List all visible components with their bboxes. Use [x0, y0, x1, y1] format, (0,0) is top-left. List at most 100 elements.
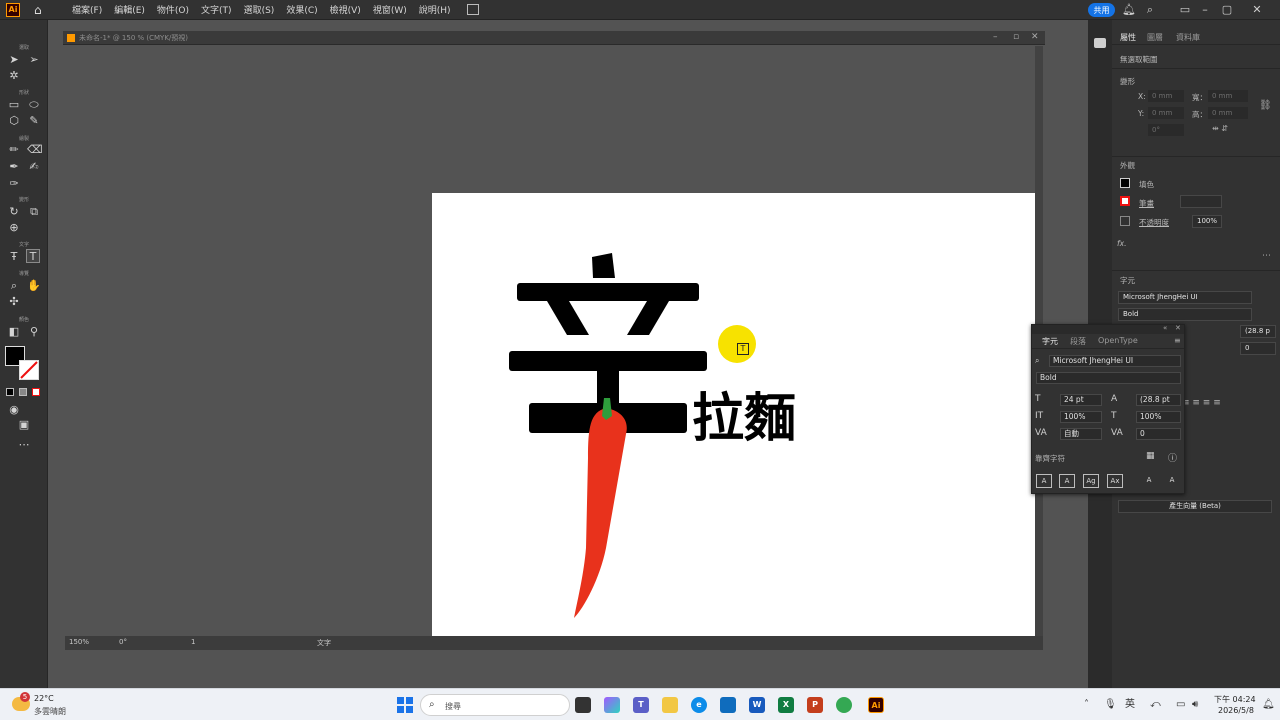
- panel-header[interactable]: « ✕: [1032, 324, 1184, 334]
- snap-glyph-bounds-button[interactable]: Ag: [1083, 474, 1099, 488]
- close-icon[interactable]: ✕: [1250, 3, 1264, 17]
- eyedropper-tool-icon[interactable]: ⚲: [27, 325, 41, 339]
- document-tab[interactable]: 未命名-1* @ 150 % (CMYK/預視) – ▫ ✕: [63, 31, 1045, 45]
- tab-libraries[interactable]: 資料庫: [1176, 32, 1200, 43]
- doc-minimize-icon[interactable]: –: [993, 32, 998, 42]
- char-leading-field[interactable]: (28.8 pt: [1136, 394, 1181, 406]
- fx-label[interactable]: fx.: [1117, 239, 1126, 248]
- maximize-icon[interactable]: ▢: [1220, 3, 1234, 17]
- rotation-value[interactable]: 0°: [119, 638, 127, 646]
- store-icon[interactable]: [720, 697, 736, 713]
- carrot-graphic[interactable]: [570, 398, 632, 620]
- hand-tool-icon[interactable]: ✋: [27, 279, 41, 293]
- weather-temp[interactable]: 22°C: [34, 694, 54, 703]
- touch-type-icon[interactable]: Ŧ: [7, 250, 21, 264]
- font-size-field[interactable]: 24 pt: [1060, 394, 1102, 406]
- snap-angle-button[interactable]: A: [1141, 474, 1157, 488]
- opacity-label[interactable]: 不透明度: [1139, 217, 1169, 228]
- font-family-dropdown[interactable]: Microsoft JhengHei UI: [1118, 291, 1252, 304]
- puppet-warp-icon[interactable]: ✣: [7, 295, 21, 309]
- gradient-tool-icon[interactable]: ◧: [7, 325, 21, 339]
- screen-mode-icon[interactable]: ▣: [17, 418, 31, 432]
- stroke-color-swatch[interactable]: [1120, 196, 1130, 206]
- char-font-style[interactable]: Bold: [1036, 372, 1181, 384]
- weather-desc[interactable]: 多雲晴朗: [34, 706, 66, 717]
- menu-effect[interactable]: 效果(C): [280, 3, 323, 16]
- arrange-documents-icon[interactable]: [466, 4, 479, 15]
- home-icon[interactable]: ⌂: [34, 4, 48, 16]
- vertical-scale-field[interactable]: 100%: [1060, 411, 1102, 423]
- snap-anchor-button[interactable]: A: [1164, 474, 1180, 488]
- snap-baseline-button[interactable]: A: [1036, 474, 1052, 488]
- more-options-icon[interactable]: ⋯: [1262, 251, 1271, 261]
- gradient-mode-icon[interactable]: [19, 388, 27, 396]
- windows-start-icon[interactable]: [397, 697, 413, 713]
- edge-icon[interactable]: e: [691, 697, 707, 713]
- scale-tool-icon[interactable]: ⧉: [27, 205, 41, 219]
- comments-icon[interactable]: [1094, 38, 1106, 48]
- leading-field[interactable]: (28.8 p: [1240, 325, 1276, 338]
- color-mode-icon[interactable]: [6, 388, 14, 396]
- excel-icon[interactable]: X: [778, 697, 794, 713]
- panel-close-icon[interactable]: ✕: [1175, 324, 1181, 332]
- type-tool-icon[interactable]: T: [26, 249, 40, 263]
- share-button[interactable]: 共用: [1088, 3, 1115, 17]
- tab-paragraph[interactable]: 段落: [1070, 336, 1086, 347]
- stroke-label[interactable]: 筆畫: [1139, 198, 1154, 209]
- ellipse-tool-icon[interactable]: ⬭: [27, 98, 41, 112]
- ime-mode-icon[interactable]: ⤺: [1150, 697, 1161, 713]
- volume-icon[interactable]: 🔊︎: [1192, 697, 1198, 713]
- clock-date[interactable]: 2026/5/8: [1218, 706, 1254, 715]
- magic-wand-icon[interactable]: ✲: [7, 69, 21, 83]
- tab-properties[interactable]: 屬性: [1120, 32, 1136, 43]
- tracking-field[interactable]: 0: [1240, 342, 1276, 355]
- search-icon[interactable]: ⌕: [1143, 3, 1157, 17]
- info-icon[interactable]: ⓘ: [1168, 451, 1177, 464]
- kerning-field[interactable]: 自動: [1060, 428, 1102, 440]
- teams-icon[interactable]: T: [633, 697, 649, 713]
- notifications-icon[interactable]: 🔔︎: [1262, 697, 1275, 713]
- glyph-settings-icon[interactable]: ▦: [1146, 451, 1155, 461]
- stroke-weight-field[interactable]: [1180, 195, 1222, 208]
- illustrator-taskbar-icon[interactable]: Ai: [868, 697, 884, 713]
- menu-edit[interactable]: 編輯(E): [108, 3, 151, 16]
- bell-icon[interactable]: 🔔︎: [1122, 3, 1136, 17]
- doc-close-icon[interactable]: ✕: [1031, 32, 1039, 42]
- rectangle-tool-icon[interactable]: ▭: [7, 98, 21, 112]
- minimize-icon[interactable]: –: [1198, 3, 1212, 17]
- flip-icon[interactable]: ⇹ ⇵: [1212, 124, 1228, 133]
- tab-layers[interactable]: 圖層: [1147, 32, 1163, 43]
- menu-view[interactable]: 檢視(V): [324, 3, 367, 16]
- selection-tool-icon[interactable]: ➤: [7, 53, 21, 67]
- powerpoint-icon[interactable]: P: [807, 697, 823, 713]
- rotate-tool-icon[interactable]: ↻: [7, 205, 21, 219]
- char-tracking-field[interactable]: 0: [1136, 428, 1181, 440]
- menu-help[interactable]: 說明(H): [413, 3, 457, 16]
- taskbar-search[interactable]: ⌕ 搜尋: [420, 694, 570, 716]
- menu-window[interactable]: 視窗(W): [367, 3, 413, 16]
- y-field[interactable]: 0 mm: [1148, 107, 1184, 119]
- link-icon[interactable]: ⛓: [1259, 100, 1272, 111]
- panel-menu-icon[interactable]: ≡: [1174, 336, 1181, 345]
- opacity-field[interactable]: 100%: [1192, 215, 1222, 228]
- fill-color-swatch[interactable]: [1120, 178, 1130, 188]
- shaper-tool-icon[interactable]: ✎: [27, 114, 41, 128]
- menu-file[interactable]: 檔案(F): [66, 3, 108, 16]
- font-style-dropdown[interactable]: Bold: [1118, 308, 1252, 321]
- angle-field[interactable]: 0°: [1148, 124, 1184, 136]
- doc-restore-icon[interactable]: ▫: [1013, 32, 1019, 42]
- snap-proximity-button[interactable]: Ax: [1107, 474, 1123, 488]
- font-search-icon[interactable]: ⌕: [1035, 356, 1039, 366]
- pen-tool-icon[interactable]: ✑: [7, 177, 21, 191]
- tray-chevron-icon[interactable]: ˄: [1084, 697, 1089, 713]
- clock-time[interactable]: 下午 04:24: [1214, 694, 1256, 705]
- shape-builder-icon[interactable]: ⊕: [7, 221, 21, 235]
- paragraph-align-icons[interactable]: ≡ ≡ ≡ ≡: [1182, 398, 1221, 408]
- artboard-number[interactable]: 1: [191, 638, 195, 646]
- menu-type[interactable]: 文字(T): [195, 3, 238, 16]
- network-icon[interactable]: ▭: [1176, 697, 1185, 713]
- collapse-icon[interactable]: «: [1163, 324, 1167, 332]
- generate-vector-button[interactable]: 產生向量 (Beta): [1118, 500, 1272, 513]
- w-field[interactable]: 0 mm: [1208, 90, 1248, 102]
- menu-select[interactable]: 選取(S): [238, 3, 281, 16]
